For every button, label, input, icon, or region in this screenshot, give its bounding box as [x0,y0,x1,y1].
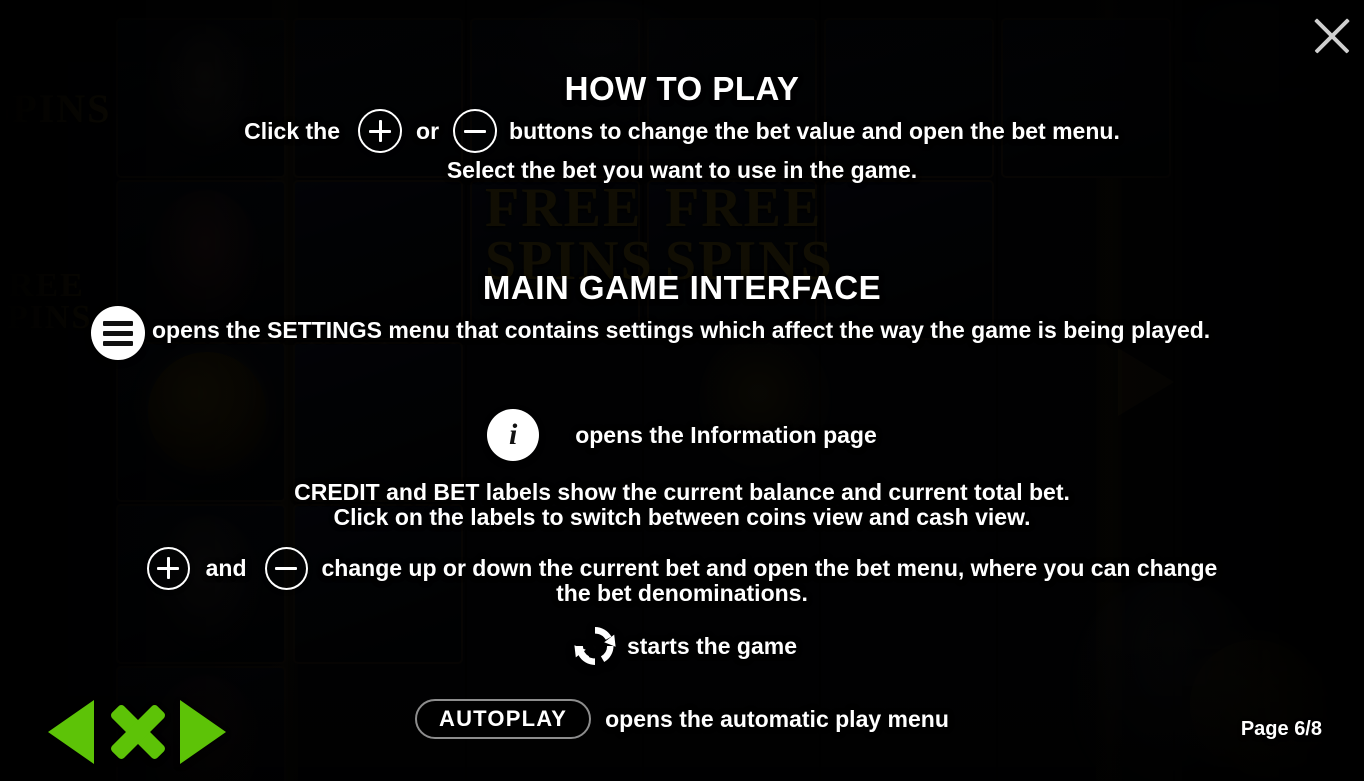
spin-row: starts the game [0,620,1364,672]
and-label: and [205,554,247,581]
spin-refresh-icon[interactable] [567,620,623,672]
exit-x-icon[interactable] [108,700,168,764]
spin-description: starts the game [626,632,797,659]
info-glyph: i [509,418,518,451]
previous-page-arrow-icon[interactable] [48,700,94,764]
info-circle-icon[interactable]: i [487,409,540,461]
info-row: i opens the Information page [0,409,1364,461]
help-screen: FREESPINS FREESPINS SPINS FREESPINS HOW … [0,0,1364,781]
bet-buttons-instruction-text: buttons to change the bet value and open… [509,117,1120,144]
main-game-interface-heading: MAIN GAME INTERFACE [482,269,882,306]
autoplay-button-label: AUTOPLAY [439,706,568,731]
autoplay-description: opens the automatic play menu [605,705,949,732]
page-navigation [48,700,226,764]
select-bet-instruction: Select the bet you want to use in the ga… [446,157,918,183]
or-label: or [416,117,440,144]
page-indicator: Page 6/8 [1240,718,1322,740]
next-page-arrow-icon[interactable] [180,700,226,764]
plus-circle-icon[interactable] [358,109,403,153]
how-to-play-heading: HOW TO PLAY [564,70,800,107]
minus-circle-icon[interactable] [453,109,498,153]
hamburger-menu-icon[interactable] [91,306,145,360]
bet-buttons-instruction-row: Click the or buttons to change the bet v… [0,109,1364,153]
settings-description: opens the SETTINGS menu that contains se… [152,317,1211,343]
close-icon[interactable] [1300,4,1364,68]
info-description: opens the Information page [575,421,877,448]
credit-bet-description-line-1: CREDIT and BET labels show the current b… [294,479,1070,505]
bet-change-description-line-2: the bet denominations. [556,580,808,606]
autoplay-button[interactable]: AUTOPLAY [415,699,592,739]
help-content: HOW TO PLAY Click the or buttons to chan… [0,0,1364,781]
bet-change-description-line-1: change up or down the current bet and op… [321,554,1218,581]
credit-bet-description-line-2: Click on the labels to switch between co… [333,504,1031,530]
click-the-label: Click the [244,117,341,144]
